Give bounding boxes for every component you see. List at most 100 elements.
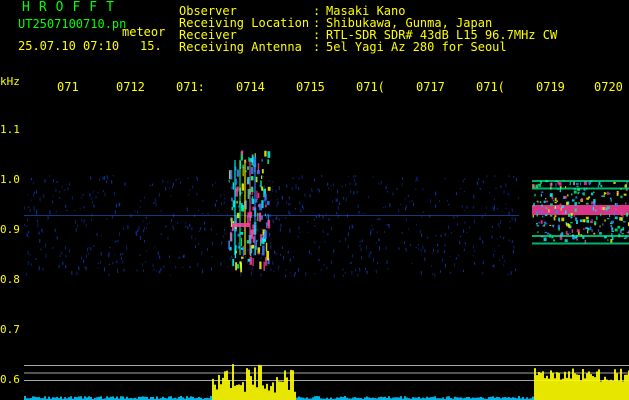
carrier-speck [571, 199, 575, 202]
noise-speck [439, 200, 441, 202]
noise-speck [99, 261, 101, 264]
spectrum-bar [532, 396, 534, 400]
noise-speck [368, 196, 370, 199]
noise-speck [430, 265, 432, 267]
noise-speck [45, 243, 47, 248]
noise-speck [246, 261, 248, 264]
noise-speck [41, 229, 43, 232]
noise-speck [310, 253, 312, 255]
carrier-speck [612, 227, 614, 231]
carrier-speck [588, 183, 590, 186]
spectrum-bar [316, 396, 318, 400]
noise-speck [257, 228, 259, 232]
noise-speck [380, 180, 382, 185]
noise-speck [107, 178, 109, 180]
noise-speck [454, 263, 456, 267]
noise-speck [402, 177, 404, 180]
noise-speck [486, 175, 488, 178]
noise-speck [32, 193, 34, 197]
carrier-speck [610, 224, 612, 227]
carrier-speck [538, 221, 540, 224]
carrier-speck [536, 211, 539, 215]
carrier-speck [540, 193, 543, 197]
noise-speck [116, 240, 118, 243]
spectrum-bar [566, 377, 568, 400]
noise-speck [122, 260, 124, 264]
spectrum-bar [584, 378, 586, 400]
noise-speck [366, 270, 368, 275]
noise-speck [511, 240, 513, 243]
noise-speck [281, 246, 283, 250]
meteor-burst-streak [264, 230, 267, 239]
noise-speck [178, 178, 180, 180]
noise-speck [115, 240, 117, 243]
noise-speck [45, 253, 47, 258]
carrier-speck [600, 184, 603, 188]
noise-speck [202, 212, 204, 215]
noise-speck [473, 194, 475, 199]
noise-speck [463, 229, 465, 233]
noise-speck [493, 207, 495, 212]
noise-speck [441, 258, 443, 262]
noise-speck [26, 232, 28, 237]
noise-speck [25, 272, 27, 276]
meteor-burst-streak [236, 169, 240, 177]
carrier-speck [623, 193, 627, 196]
carrier-speck [553, 216, 556, 221]
noise-speck [261, 253, 263, 256]
noise-speck [216, 199, 218, 202]
noise-speck [271, 188, 273, 193]
spectrum-bar [542, 371, 544, 400]
noise-speck [320, 269, 322, 271]
carrier-speck [613, 181, 616, 184]
carrier-speck [559, 203, 562, 206]
noise-speck [256, 219, 258, 222]
noise-speck [47, 216, 49, 220]
noise-speck [505, 203, 507, 205]
noise-speck [226, 213, 228, 216]
y-axis-unit: kHz [0, 75, 20, 88]
noise-speck [100, 252, 102, 256]
carrier-speck [607, 191, 609, 195]
spectrum-bar [558, 373, 560, 400]
carrier-speck [540, 220, 543, 224]
noise-speck [444, 178, 446, 180]
carrier-speck [570, 216, 573, 219]
carrier-speck [546, 211, 549, 214]
noise-speck [468, 226, 470, 229]
carrier-speck [616, 192, 619, 196]
meteor-burst-streak [236, 264, 240, 269]
noise-speck [222, 235, 224, 238]
noise-speck [55, 188, 57, 193]
noise-speck [202, 269, 204, 274]
spectrum-bar [606, 379, 608, 400]
noise-speck [359, 267, 361, 270]
noise-speck [305, 272, 307, 276]
noise-speck [359, 269, 361, 272]
noise-speck [500, 219, 502, 224]
noise-speck [145, 261, 147, 263]
carrier-speck [593, 232, 596, 235]
carrier-speck [598, 229, 600, 232]
noise-speck [408, 228, 410, 230]
spectrum-bar [244, 391, 246, 400]
noise-speck [90, 176, 92, 180]
carrier-speck [610, 199, 612, 202]
noise-speck [324, 241, 326, 243]
noise-speck [498, 244, 500, 247]
noise-speck [491, 235, 493, 239]
noise-speck [503, 264, 505, 267]
noise-speck [27, 234, 29, 238]
noise-speck [419, 229, 421, 234]
noise-speck [69, 249, 71, 253]
noise-speck [83, 259, 85, 263]
carrier-speck [583, 227, 585, 231]
carrier-speck [611, 236, 614, 241]
noise-speck [65, 204, 67, 208]
carrier-speck [593, 221, 597, 225]
carrier-speck [586, 197, 589, 200]
carrier-speck [589, 226, 592, 231]
noise-speck [285, 274, 287, 278]
carrier-speck [578, 202, 580, 204]
noise-speck [482, 261, 484, 265]
